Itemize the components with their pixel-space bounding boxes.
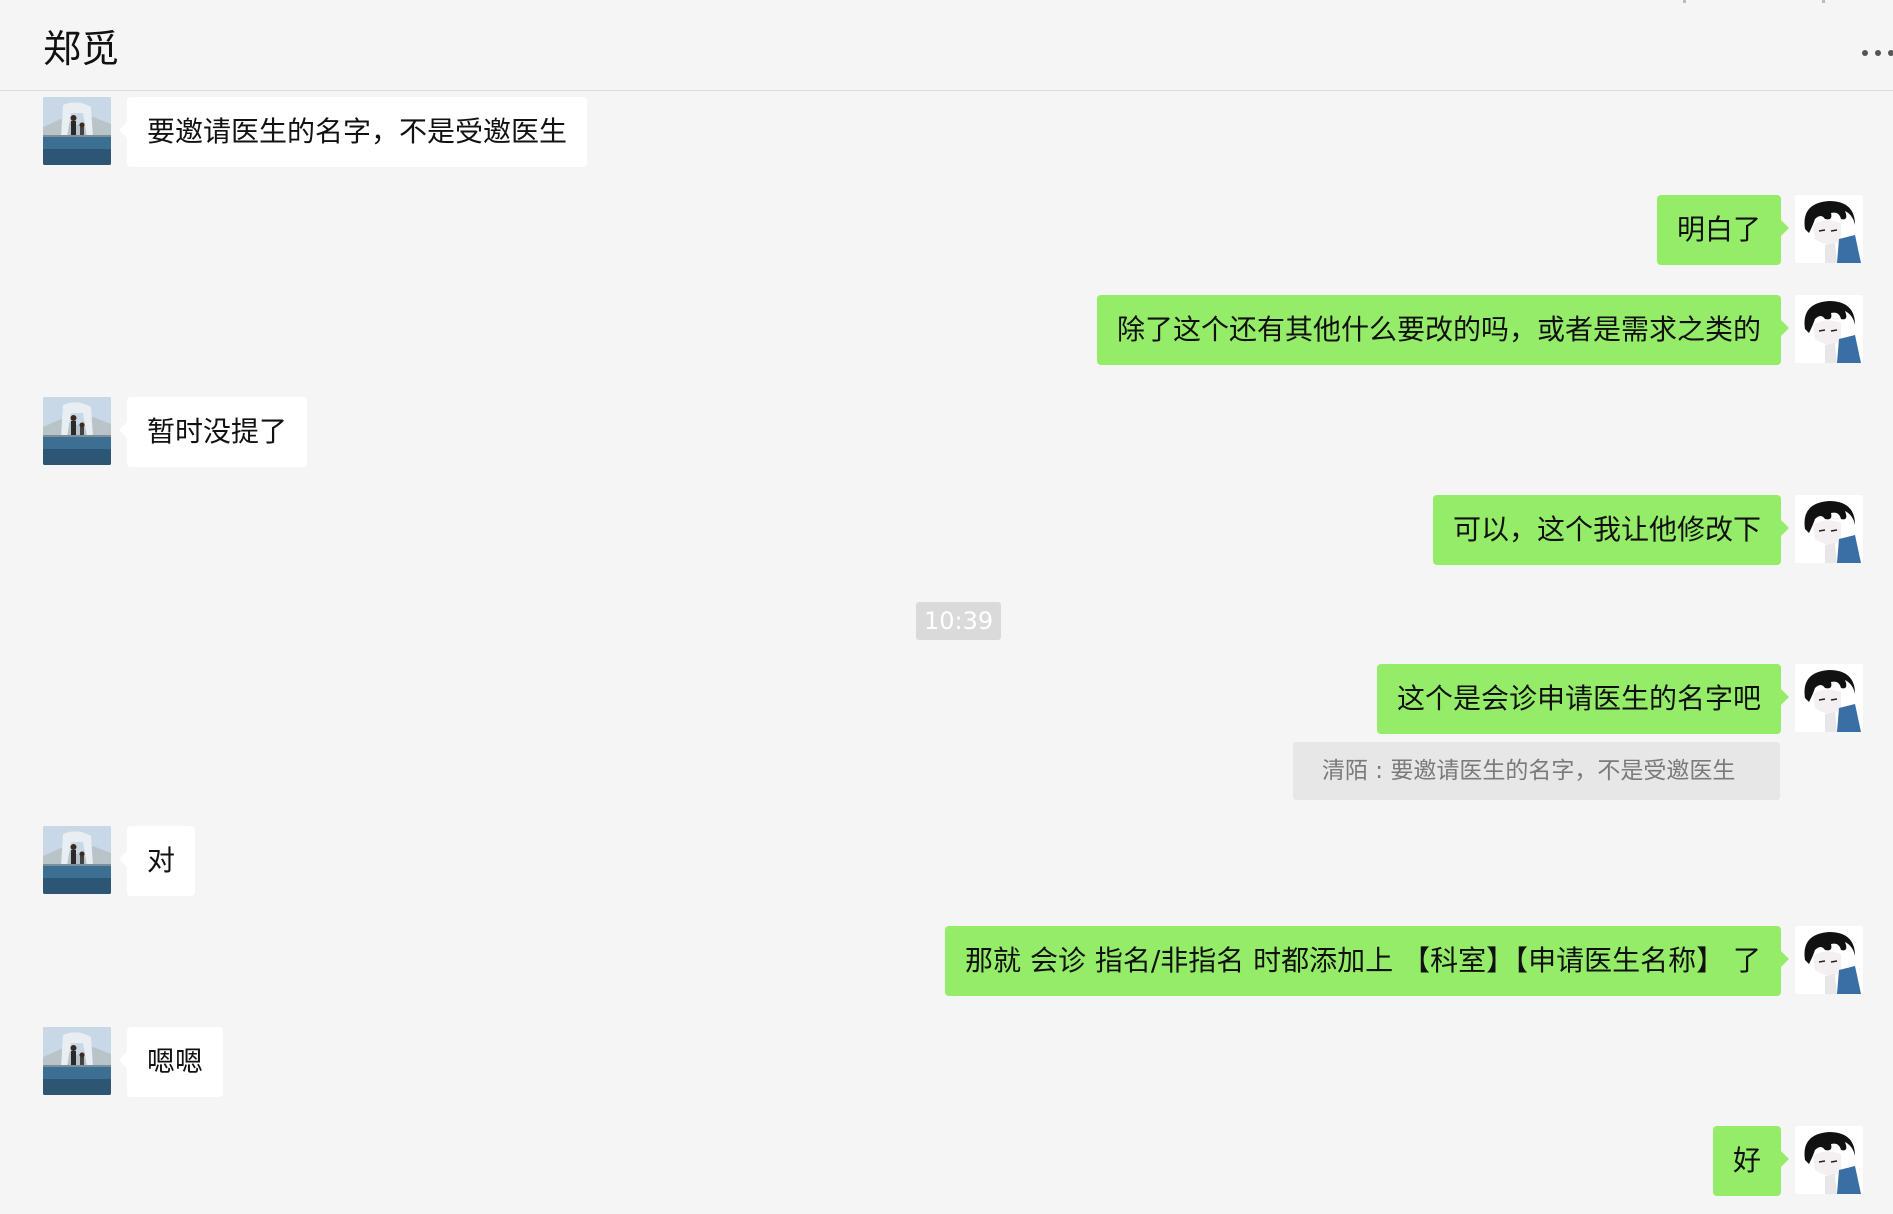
self-avatar[interactable] xyxy=(1795,1126,1863,1194)
window-control-mark xyxy=(1683,0,1686,3)
message-bubble-outgoing[interactable]: 那就 会诊 指名/非指名 时都添加上 【科室】【申请医生名称】 了 xyxy=(945,926,1789,996)
contact-avatar[interactable] xyxy=(43,826,111,894)
more-options-button[interactable] xyxy=(1859,38,1893,62)
message-bubble-outgoing[interactable]: 明白了 xyxy=(1656,195,1790,265)
message-bubble-incoming[interactable]: 嗯嗯 xyxy=(118,1027,224,1097)
message-bubble-incoming[interactable]: 暂时没提了 xyxy=(118,397,308,467)
message-bubble-outgoing[interactable]: 好 xyxy=(1712,1126,1790,1196)
self-avatar[interactable] xyxy=(1795,195,1863,263)
chat-title: 郑觅 xyxy=(43,27,120,71)
self-avatar[interactable] xyxy=(1795,926,1863,994)
self-avatar[interactable] xyxy=(1795,495,1863,563)
message-bubble-incoming[interactable]: 要邀请医生的名字，不是受邀医生 xyxy=(118,97,588,167)
message-bubble-outgoing[interactable]: 除了这个还有其他什么要改的吗，或者是需求之类的 xyxy=(1096,295,1790,365)
chat-header: 郑觅 xyxy=(0,0,1893,91)
self-avatar[interactable] xyxy=(1795,664,1863,732)
window-control-mark xyxy=(1822,0,1825,3)
self-avatar[interactable] xyxy=(1795,295,1863,363)
contact-avatar[interactable] xyxy=(43,97,111,165)
message-timestamp: 10:39 xyxy=(916,602,1002,640)
message-bubble-outgoing[interactable]: 可以，这个我让他修改下 xyxy=(1432,495,1790,565)
contact-avatar[interactable] xyxy=(43,1027,111,1095)
message-bubble-incoming[interactable]: 对 xyxy=(118,826,196,896)
chat-window: 郑觅 要邀请医生的名字，不是受邀医生 明白了 除了这个还有其他什么要改的吗，或者… xyxy=(0,0,1893,1214)
contact-avatar[interactable] xyxy=(43,397,111,465)
message-bubble-outgoing[interactable]: 这个是会诊申请医生的名字吧 xyxy=(1376,664,1790,734)
quoted-message[interactable]: 清陌 : 要邀请医生的名字，不是受邀医生 xyxy=(1293,742,1780,800)
